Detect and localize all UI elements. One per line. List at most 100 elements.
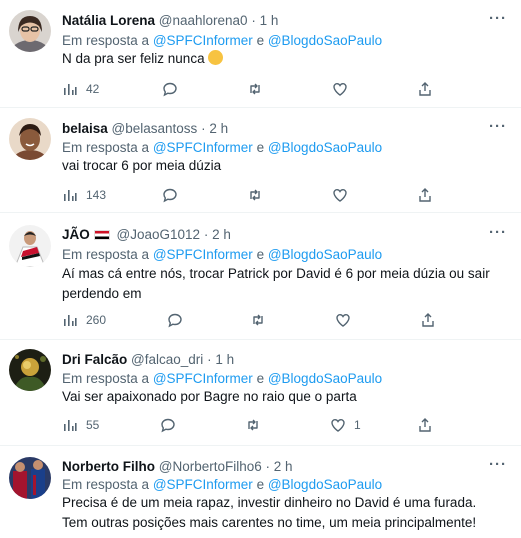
handle[interactable]: @naahlorena0 — [159, 13, 248, 28]
views-count: 55 — [86, 418, 100, 432]
retweet-button[interactable] — [245, 415, 261, 435]
display-name[interactable]: Dri Falcão — [62, 352, 127, 367]
display-name[interactable]: JÃO — [62, 227, 90, 242]
timestamp[interactable]: 2 h — [274, 459, 293, 474]
avatar[interactable] — [9, 457, 51, 499]
views-icon — [64, 420, 77, 431]
separator: · — [207, 352, 212, 367]
mention-link[interactable]: @BlogdoSaoPaulo — [268, 371, 382, 386]
mention-link[interactable]: @SPFCInformer — [153, 371, 253, 386]
timestamp[interactable]: 2 h — [212, 227, 231, 242]
retweet-icon — [253, 314, 263, 326]
views-count: 42 — [86, 82, 100, 96]
display-name[interactable]: Norberto Filho — [62, 459, 155, 474]
like-button[interactable] — [335, 310, 359, 330]
ellipsis-icon[interactable]: ··· — [489, 119, 507, 136]
heart-icon — [333, 188, 347, 202]
views-button[interactable]: 260 — [62, 310, 106, 330]
share-icon — [419, 82, 431, 96]
mention-link[interactable]: @SPFCInformer — [153, 33, 253, 48]
share-button[interactable] — [417, 79, 433, 99]
likes-count: 1 — [354, 418, 361, 432]
retweet-button[interactable] — [247, 185, 263, 205]
reply-prefix: Em resposta a — [62, 477, 150, 492]
share-icon — [422, 313, 434, 327]
tweet-text: vai trocar 6 por meia dúzia — [62, 158, 222, 173]
ellipsis-icon[interactable]: ··· — [489, 457, 507, 474]
retweet-button[interactable] — [250, 310, 266, 330]
views-icon — [64, 315, 77, 326]
reply-joiner: e — [256, 33, 265, 48]
share-button[interactable] — [420, 310, 436, 330]
views-button[interactable]: 143 — [62, 185, 106, 205]
timestamp[interactable]: 1 h — [215, 352, 234, 367]
mention-link[interactable]: @BlogdoSaoPaulo — [268, 247, 382, 262]
action-bar: 260 — [62, 310, 442, 330]
avatar[interactable] — [9, 118, 51, 160]
like-button[interactable] — [332, 185, 356, 205]
views-button[interactable]: 42 — [62, 79, 99, 99]
reply-icon — [161, 418, 175, 433]
like-button[interactable] — [332, 79, 356, 99]
retweet-button[interactable] — [247, 79, 263, 99]
display-name[interactable]: belaisa — [62, 121, 108, 136]
mention-link[interactable]: @BlogdoSaoPaulo — [268, 33, 382, 48]
tweet[interactable]: Natália Lorena @naahlorena0 · 1 h ··· Em… — [0, 0, 521, 108]
views-button[interactable]: 55 — [62, 415, 99, 435]
tweet-text: Vai ser apaixonado por Bagre no raio que… — [62, 389, 357, 404]
reply-icon — [163, 82, 177, 97]
separator: · — [251, 13, 256, 28]
share-button[interactable] — [417, 415, 433, 435]
ellipsis-icon[interactable]: ··· — [489, 225, 507, 242]
heart-icon — [333, 82, 347, 96]
reply-button[interactable] — [160, 415, 176, 435]
views-count: 143 — [86, 188, 107, 202]
tweet[interactable]: JÃO @JoaoG1012 · 2 h ··· Em resposta a @… — [0, 213, 521, 340]
mention-link[interactable]: @BlogdoSaoPaulo — [268, 140, 382, 155]
like-button[interactable]: 1 — [330, 415, 361, 435]
tweet[interactable]: Dri Falcão @falcao_dri · 1 h Em resposta… — [0, 340, 521, 446]
reply-button[interactable] — [167, 310, 183, 330]
share-button[interactable] — [417, 185, 433, 205]
separator: · — [201, 121, 206, 136]
sad-face-emoji-icon — [208, 50, 224, 65]
reply-prefix: Em resposta a — [62, 371, 150, 386]
mention-link[interactable]: @SPFCInformer — [153, 477, 253, 492]
mention-link[interactable]: @BlogdoSaoPaulo — [268, 477, 382, 492]
reply-joiner: e — [256, 247, 265, 262]
reply-prefix: Em resposta a — [62, 247, 150, 262]
retweet-icon — [250, 189, 260, 201]
tweet[interactable]: belaisa @belasantoss · 2 h ··· Em respos… — [0, 108, 521, 213]
tweet[interactable]: Norberto Filho @NorbertoFilho6 · 2 h ···… — [0, 446, 521, 538]
display-name[interactable]: Natália Lorena — [62, 13, 155, 28]
separator: · — [203, 227, 209, 242]
action-bar: 42 — [62, 79, 442, 99]
reply-button[interactable] — [162, 79, 178, 99]
heart-icon — [331, 418, 345, 432]
handle[interactable]: @belasantoss — [112, 121, 198, 136]
reply-context: Em resposta a @SPFCInformer e @BlogdoSao… — [62, 32, 382, 49]
timestamp[interactable]: 1 h — [260, 13, 279, 28]
ellipsis-icon[interactable]: ··· — [489, 11, 507, 28]
reply-icon — [163, 188, 177, 203]
retweet-icon — [250, 83, 260, 95]
reply-icon — [168, 313, 182, 328]
handle[interactable]: @falcao_dri — [131, 352, 203, 367]
reply-context: Em resposta a @SPFCInformer e @BlogdoSao… — [62, 476, 382, 493]
tweet-text-content: N da pra ser feliz nunca — [62, 51, 205, 66]
mention-link[interactable]: @SPFCInformer — [153, 247, 253, 262]
reply-joiner: e — [256, 477, 265, 492]
handle[interactable]: @JoaoG1012 — [117, 227, 201, 242]
reply-button[interactable] — [162, 185, 178, 205]
reply-context: Em resposta a @SPFCInformer e @BlogdoSao… — [62, 370, 382, 387]
separator: · — [265, 459, 271, 474]
timestamp[interactable]: 2 h — [209, 121, 228, 136]
handle[interactable]: @NorbertoFilho6 — [159, 459, 262, 474]
avatar[interactable] — [9, 10, 51, 52]
retweet-icon — [248, 419, 258, 431]
avatar[interactable] — [9, 349, 51, 391]
reply-prefix: Em resposta a — [62, 140, 150, 155]
reply-context: Em resposta a @SPFCInformer e @BlogdoSao… — [62, 139, 382, 156]
mention-link[interactable]: @SPFCInformer — [153, 140, 253, 155]
avatar[interactable] — [9, 225, 51, 267]
